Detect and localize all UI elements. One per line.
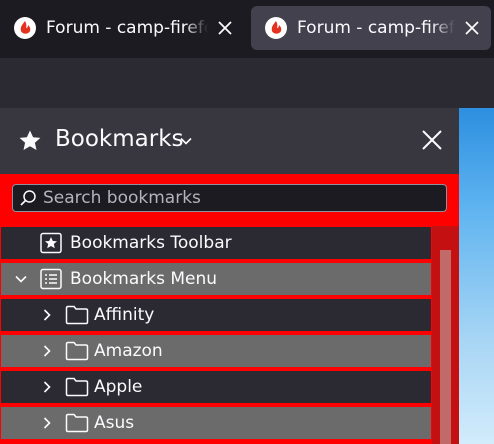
bookmarks-toolbar-icon (40, 232, 62, 254)
chevron-right-icon[interactable] (40, 380, 54, 394)
close-icon[interactable] (461, 17, 483, 39)
tab-title: Forum - camp-firefox.de (297, 18, 455, 38)
search-field[interactable] (12, 184, 447, 212)
tree-item-label: Asus (94, 413, 135, 433)
chevron-right-icon[interactable] (40, 344, 54, 358)
chevron-down-icon[interactable] (14, 272, 28, 286)
tree-item-label: Bookmarks Menu (70, 269, 218, 289)
firefox-favicon-icon (14, 17, 36, 39)
bookmarks-menu-icon (40, 268, 62, 290)
page-content (459, 108, 494, 444)
navigation-toolbar (0, 58, 494, 108)
folder-icon (65, 413, 89, 433)
chevron-down-icon[interactable] (179, 134, 193, 148)
tree-item-bookmarks-toolbar[interactable]: Bookmarks Toolbar (0, 226, 432, 260)
star-icon (19, 130, 41, 150)
search-icon (20, 190, 36, 206)
tree-item-folder[interactable]: Apple (0, 370, 432, 404)
tree-item-folder[interactable]: Amazon (0, 334, 432, 368)
scrollbar-thumb[interactable] (440, 250, 451, 444)
folder-icon (65, 377, 89, 397)
tree-item-label: Bookmarks Toolbar (70, 233, 232, 253)
sidebar-header: Bookmarks (0, 108, 459, 174)
sidebar-title[interactable]: Bookmarks (55, 126, 184, 152)
tree-item-label: Apple (94, 377, 143, 397)
tab-title: Forum - camp-firefox.de (46, 18, 208, 38)
bookmarks-tree: Bookmarks Toolbar Bookmarks Menu Affinit… (0, 226, 459, 444)
folder-icon (65, 341, 89, 361)
tree-item-folder[interactable]: Affinity (0, 298, 432, 332)
tree-item-label: Amazon (94, 341, 163, 361)
search-input[interactable] (43, 188, 423, 208)
tab-1[interactable]: Forum - camp-firefox.de (0, 6, 244, 50)
folder-icon (65, 305, 89, 325)
close-icon[interactable] (214, 17, 236, 39)
chevron-right-icon[interactable] (40, 308, 54, 322)
search-area (0, 174, 459, 226)
firefox-favicon-icon (265, 17, 287, 39)
tree-item-label: Affinity (94, 305, 155, 325)
tree-item-bookmarks-menu[interactable]: Bookmarks Menu (0, 262, 432, 296)
close-icon[interactable] (420, 128, 444, 152)
tab-strip: Forum - camp-firefox.de Forum - camp-fir… (0, 0, 494, 58)
tab-2-active[interactable]: Forum - camp-firefox.de (251, 6, 491, 50)
tree-item-folder[interactable]: Asus (0, 406, 432, 440)
chevron-right-icon[interactable] (40, 416, 54, 430)
